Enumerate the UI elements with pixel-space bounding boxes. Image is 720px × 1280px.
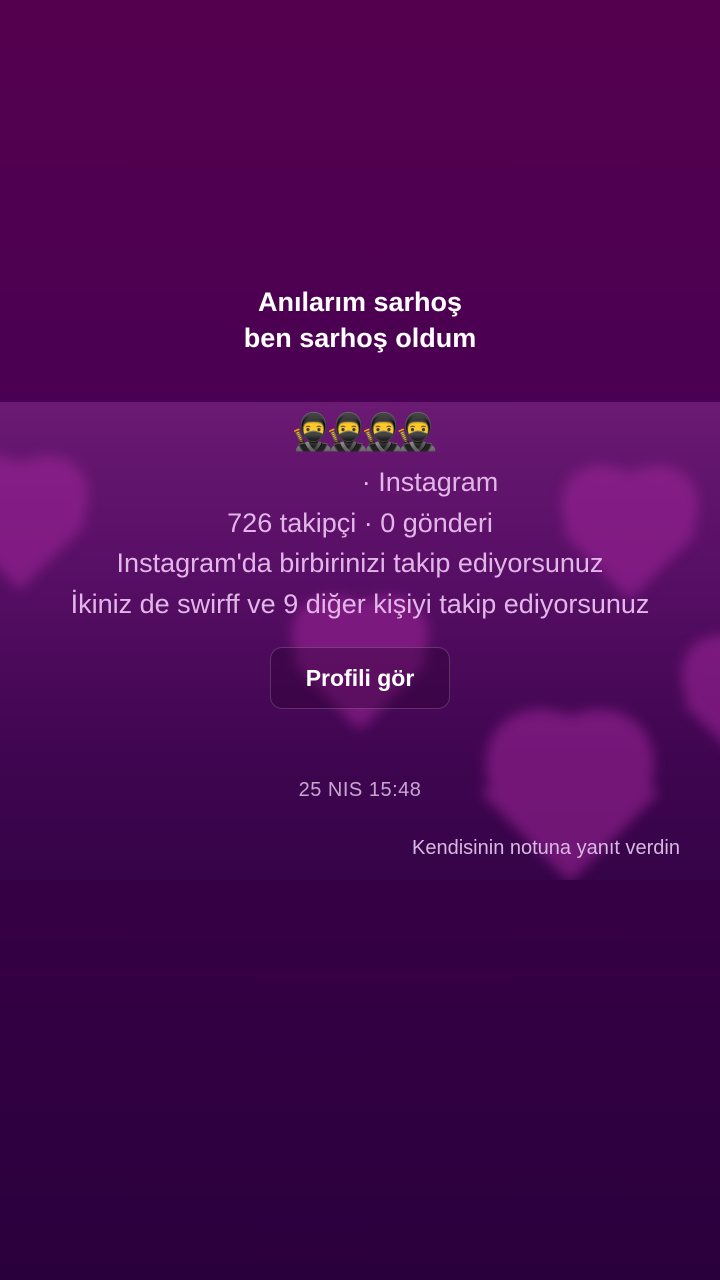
reply-note-label: Kendisinin notuna yanıt verdin [412, 837, 680, 859]
view-profile-button[interactable]: Profili gör [270, 647, 450, 709]
profile-name-emoji: 🥷🥷🥷🥷 [290, 411, 439, 452]
profile-stats: 726 takipçi · 0 gönderi [227, 508, 493, 538]
note-line-1: Anılarım sarhoş [257, 287, 463, 317]
note-line-2: ben sarhoş oldum [243, 323, 477, 353]
message-timestamp: 25 NIS 15:48 [298, 779, 422, 801]
heart-decoration [660, 642, 720, 802]
common-follow-text: İkiniz de swirff ve 9 diğer kişiyi takip… [70, 589, 650, 619]
profile-source: · Instagram [0, 465, 720, 499]
mutual-follow-text: Instagram'da birbirinizi takip ediyorsun… [116, 548, 604, 578]
note-text: Anılarım sarhoş ben sarhoş oldum [0, 284, 720, 356]
profile-source-label: · Instagram [361, 467, 499, 497]
